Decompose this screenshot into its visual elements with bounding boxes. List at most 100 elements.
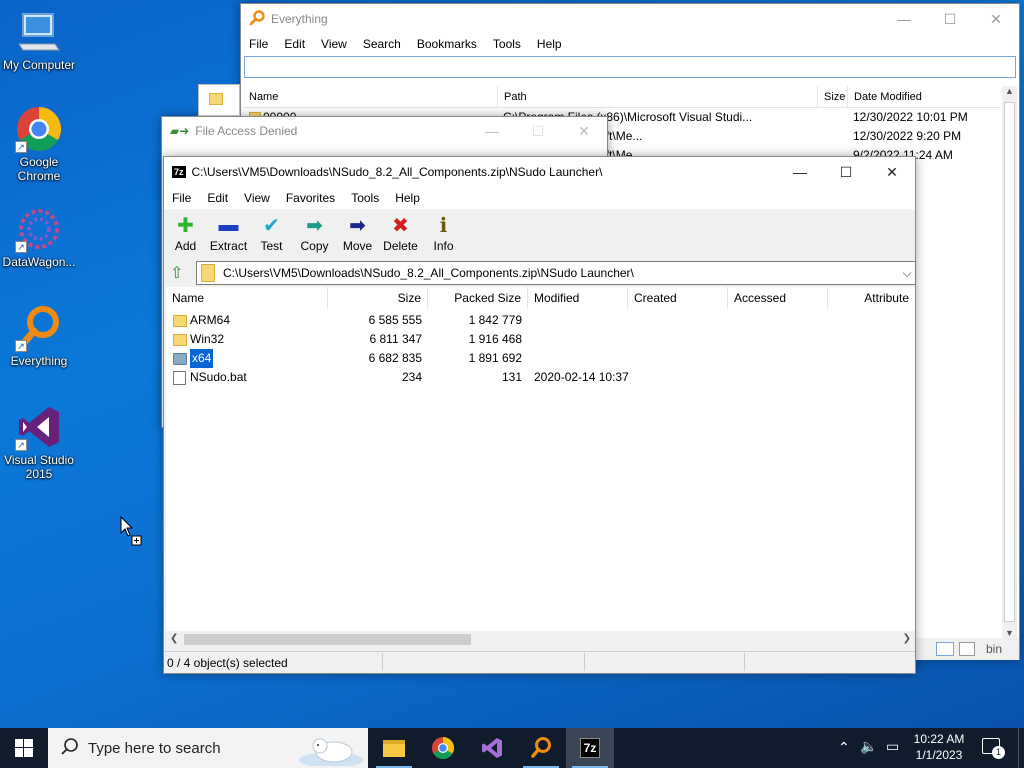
desktop-icon-everything[interactable]: ↗ Everything bbox=[0, 304, 78, 368]
taskbar-file-explorer[interactable] bbox=[370, 728, 418, 768]
list-item[interactable]: Win32 6 811 347 1 916 468 bbox=[166, 330, 915, 349]
column-name[interactable]: Name bbox=[243, 86, 498, 108]
shortcut-arrow-icon: ↗ bbox=[15, 241, 27, 253]
menu-help[interactable]: Help bbox=[387, 191, 428, 205]
close-button[interactable]: ✕ bbox=[561, 116, 607, 146]
everything-column-header: Name Path Size Date Modified bbox=[243, 86, 1001, 108]
toolbar-copy-button[interactable]: ➡ Copy bbox=[293, 209, 336, 254]
toolbar-add-button[interactable]: ✚ Add bbox=[164, 209, 207, 254]
menu-favorites[interactable]: Favorites bbox=[278, 191, 343, 205]
sevenzip-file-list[interactable]: ARM64 6 585 555 1 842 779 Win32 6 811 347 1 9… bbox=[166, 309, 915, 631]
list-item[interactable]: NSudo.bat 234 131 2020-02-14 10:37 bbox=[166, 368, 915, 387]
menu-search[interactable]: Search bbox=[355, 37, 409, 51]
column-path[interactable]: Path bbox=[498, 86, 818, 108]
scroll-thumb[interactable] bbox=[184, 634, 471, 645]
menu-edit[interactable]: Edit bbox=[199, 191, 236, 205]
up-folder-icon[interactable]: ⇧ bbox=[170, 263, 183, 283]
column-name[interactable]: Name bbox=[166, 287, 328, 309]
menu-edit[interactable]: Edit bbox=[276, 37, 313, 51]
menu-tools[interactable]: Tools bbox=[343, 191, 387, 205]
details-view-icon[interactable] bbox=[936, 642, 954, 656]
menu-file[interactable]: File bbox=[164, 191, 199, 205]
scroll-right-icon[interactable]: ❯ bbox=[903, 633, 911, 644]
minimize-button[interactable]: — bbox=[777, 157, 823, 187]
menu-bookmarks[interactable]: Bookmarks bbox=[409, 37, 485, 51]
minimize-button[interactable]: — bbox=[881, 4, 927, 34]
search-icon bbox=[60, 737, 80, 760]
toolbar-delete-button[interactable]: ✖ Delete bbox=[379, 209, 422, 254]
status-selection-count: 0 / 4 object(s) selected bbox=[167, 656, 288, 670]
menu-view[interactable]: View bbox=[236, 191, 278, 205]
everything-titlebar[interactable]: Everything — ☐ ✕ bbox=[241, 4, 1019, 34]
chrome-icon bbox=[432, 737, 454, 759]
sevenzip-address-bar[interactable]: C:\Users\VM5\Downloads\NSudo_8.2_All_Com… bbox=[196, 261, 916, 285]
taskbar-search-box[interactable]: Type here to search bbox=[48, 728, 368, 768]
menu-file[interactable]: File bbox=[241, 37, 276, 51]
desktop-icon-my-computer[interactable]: My Computer bbox=[0, 8, 78, 72]
start-button[interactable] bbox=[0, 728, 48, 768]
maximize-button[interactable]: ☐ bbox=[927, 4, 973, 34]
status-partial-text: bin bbox=[986, 642, 1003, 656]
close-button[interactable]: ✕ bbox=[973, 4, 1019, 34]
taskbar-clock[interactable]: 10:22 AM 1/1/2023 bbox=[908, 731, 970, 763]
menu-tools[interactable]: Tools bbox=[485, 37, 529, 51]
column-modified[interactable]: Modified bbox=[528, 287, 628, 309]
volume-icon[interactable]: 🔈 bbox=[860, 738, 877, 755]
shortcut-arrow-icon: ↗ bbox=[15, 439, 27, 451]
everything-search-input[interactable] bbox=[244, 56, 1016, 78]
taskbar-chrome[interactable] bbox=[419, 728, 467, 768]
chevron-down-icon[interactable]: ⌵ bbox=[899, 266, 915, 281]
mouse-cursor-icon bbox=[120, 515, 144, 551]
scroll-left-icon[interactable]: ❮ bbox=[170, 633, 178, 644]
taskbar-everything[interactable] bbox=[517, 728, 565, 768]
taskbar-visual-studio[interactable] bbox=[468, 728, 516, 768]
desktop-icon-label: Google Chrome bbox=[17, 155, 61, 183]
show-hidden-icons-chevron-icon[interactable]: ⌃ bbox=[838, 739, 850, 756]
column-created[interactable]: Created bbox=[628, 287, 728, 309]
thumbnail-view-icon[interactable] bbox=[959, 642, 975, 656]
sevenzip-app-icon: 7z bbox=[172, 166, 186, 178]
taskbar-7zip[interactable]: 7z bbox=[566, 728, 614, 768]
close-button[interactable]: ✕ bbox=[869, 157, 915, 187]
toolbar-info-button[interactable]: ℹ Info bbox=[422, 209, 465, 254]
item-name: NSudo.bat bbox=[190, 370, 247, 384]
minimize-button[interactable]: — bbox=[469, 116, 515, 146]
item-modified: 2020-02-14 10:37 bbox=[534, 370, 629, 384]
column-packed-size[interactable]: Packed Size bbox=[428, 287, 528, 309]
desktop-icon-visual-studio[interactable]: ↗ Visual Studio 2015 bbox=[0, 403, 78, 481]
taskbar: Type here to search 7z ⌃ 🔈 ▭ 10:22 AM 1/… bbox=[0, 728, 1024, 768]
notification-center-button[interactable]: 1 bbox=[980, 736, 1006, 760]
column-accessed[interactable]: Accessed bbox=[728, 287, 828, 309]
item-size: 6 811 347 bbox=[369, 332, 423, 346]
delete-x-icon: ✖ bbox=[392, 214, 409, 237]
datawagon-icon: ↗ bbox=[15, 205, 63, 253]
toolbar-extract-button[interactable]: ▬ Extract bbox=[207, 209, 250, 254]
scroll-up-icon[interactable]: ▲ bbox=[1002, 86, 1017, 96]
sevenzip-horizontal-scrollbar[interactable]: ❮ ❯ bbox=[166, 631, 915, 648]
column-attributes[interactable]: Attribute bbox=[828, 287, 915, 309]
maximize-button[interactable]: ☐ bbox=[515, 116, 561, 146]
scroll-down-icon[interactable]: ▼ bbox=[1002, 628, 1017, 638]
file-transfer-icon: ▰➜ bbox=[170, 124, 190, 138]
show-desktop-button[interactable] bbox=[1018, 728, 1024, 768]
list-item[interactable]: x64 6 682 835 1 891 692 bbox=[166, 348, 915, 369]
maximize-button[interactable]: ☐ bbox=[823, 157, 869, 187]
access-denied-titlebar[interactable]: ▰➜ File Access Denied — ☐ ✕ bbox=[162, 117, 607, 145]
item-size: 6 585 555 bbox=[368, 313, 422, 327]
column-size[interactable]: Size bbox=[328, 287, 428, 309]
scroll-thumb[interactable] bbox=[1004, 102, 1015, 622]
list-item[interactable]: ARM64 6 585 555 1 842 779 bbox=[166, 311, 915, 330]
menu-view[interactable]: View bbox=[313, 37, 355, 51]
column-size[interactable]: Size bbox=[818, 86, 848, 108]
desktop-icon-datawagon[interactable]: ↗ DataWagon... bbox=[0, 205, 78, 269]
network-icon[interactable]: ▭ bbox=[886, 738, 899, 755]
everything-vertical-scrollbar[interactable]: ▲ ▼ bbox=[1002, 86, 1017, 638]
everything-menubar: File Edit View Search Bookmarks Tools He… bbox=[241, 34, 1019, 54]
sevenzip-titlebar[interactable]: 7z C:\Users\VM5\Downloads\NSudo_8.2_All_… bbox=[164, 157, 915, 187]
toolbar-test-button[interactable]: ✔ Test bbox=[250, 209, 293, 254]
menu-help[interactable]: Help bbox=[529, 37, 570, 51]
toolbar-move-button[interactable]: ➡ Move bbox=[336, 209, 379, 254]
column-date-modified[interactable]: Date Modified bbox=[848, 86, 998, 108]
desktop-icon-google-chrome[interactable]: ↗ Google Chrome bbox=[0, 105, 78, 183]
toolbar-button-label: Move bbox=[342, 239, 373, 253]
